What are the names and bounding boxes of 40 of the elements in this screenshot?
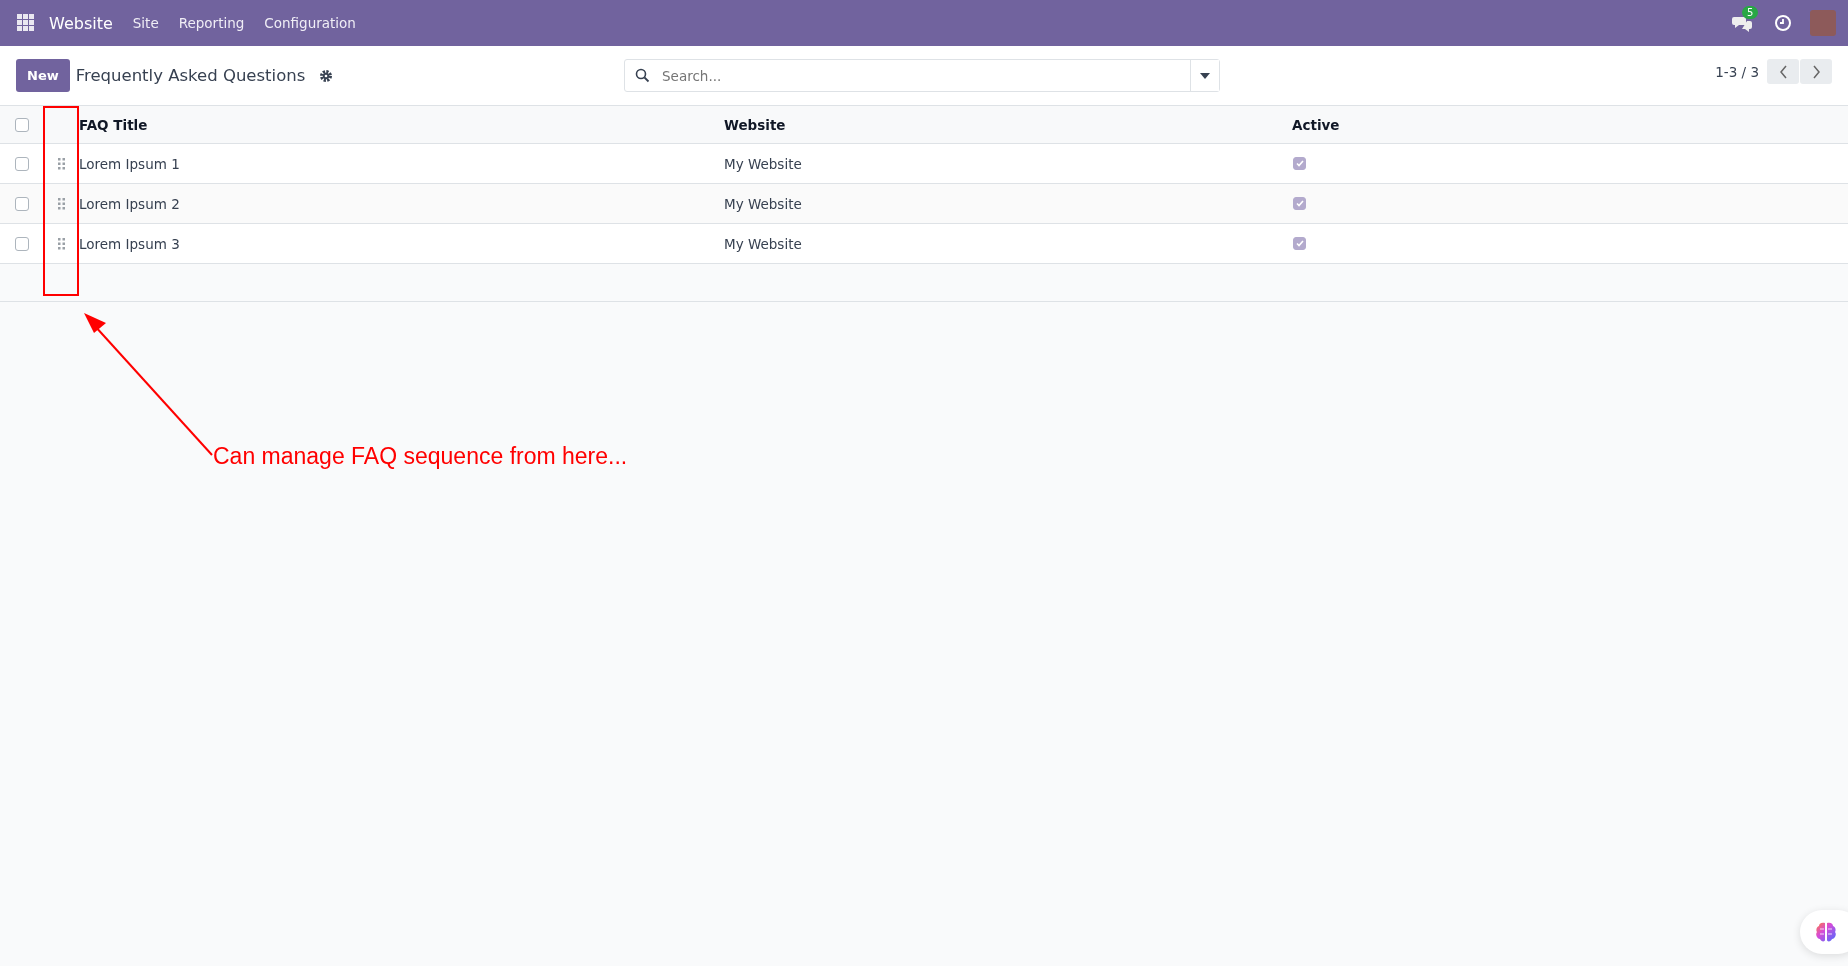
menu-item[interactable]: Configuration — [264, 15, 356, 31]
search-bar[interactable]: Search... — [624, 59, 1220, 92]
caret-icon — [1200, 72, 1210, 79]
table-cell: Lorem Ipsum 2 — [79, 195, 180, 212]
table-cell: Lorem Ipsum 1 — [79, 155, 180, 172]
chevron-right-icon — [1811, 64, 1821, 79]
brain-icon — [1814, 920, 1838, 944]
search-field[interactable]: Search... — [660, 66, 1190, 85]
table-cell: My Website — [724, 195, 802, 212]
column-header[interactable]: Active — [1292, 116, 1340, 133]
message-count-badge: 5 — [1742, 6, 1759, 19]
column-header[interactable]: FAQ Title — [79, 116, 148, 133]
drag-handle-icon[interactable] — [58, 197, 65, 210]
pager-value: 1-3 / 3 — [1715, 63, 1759, 80]
chat-icon[interactable] — [1732, 14, 1752, 32]
drag-handle-icon[interactable] — [58, 237, 65, 250]
app-name[interactable]: Website — [49, 13, 113, 33]
drag-handle-icon[interactable] — [58, 157, 65, 170]
menu-item[interactable]: Reporting — [178, 15, 245, 31]
row-checkbox[interactable] — [15, 196, 29, 211]
search-icon — [635, 68, 650, 83]
row-checkbox[interactable] — [15, 156, 29, 171]
previous-page-button[interactable] — [1767, 59, 1799, 84]
next-page-button[interactable] — [1800, 59, 1832, 84]
menu-item[interactable]: Site — [132, 15, 159, 31]
clock-icon[interactable] — [1774, 14, 1792, 32]
new-button[interactable]: New — [16, 59, 70, 92]
row-checkbox[interactable] — [15, 236, 29, 251]
assistant-button[interactable] — [1800, 910, 1848, 954]
select-all-checkbox[interactable] — [15, 117, 29, 132]
table-cell: Lorem Ipsum 3 — [79, 235, 180, 252]
annotation-text: Can manage FAQ sequence from here... — [213, 443, 628, 470]
settings-icon[interactable] — [319, 68, 334, 83]
page-title: Frequently Asked Questions — [75, 66, 306, 85]
table-cell: My Website — [724, 235, 802, 252]
table-cell: My Website — [724, 155, 802, 172]
apps-grid-icon[interactable] — [17, 14, 35, 32]
column-header[interactable]: Website — [724, 116, 786, 133]
chevron-left-icon — [1778, 64, 1788, 79]
filter-dropdown-button[interactable] — [1190, 60, 1219, 91]
